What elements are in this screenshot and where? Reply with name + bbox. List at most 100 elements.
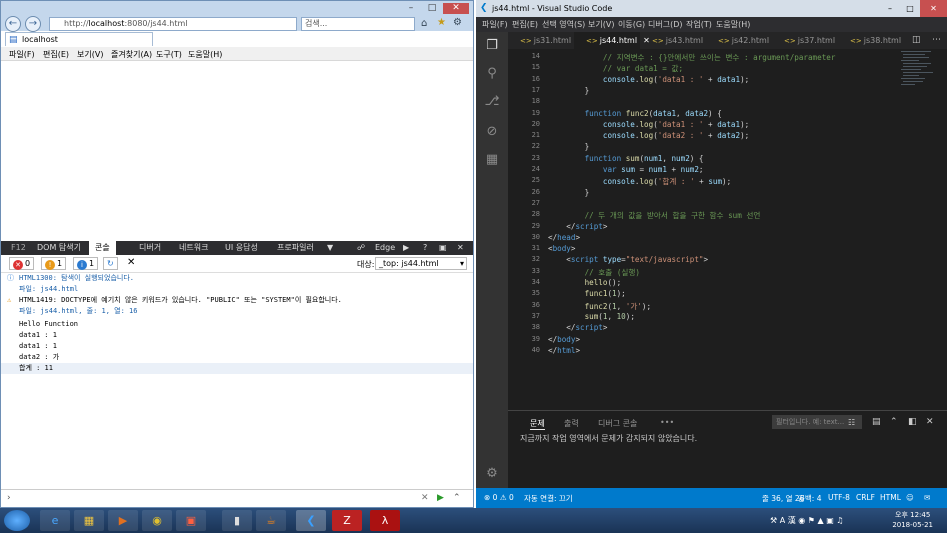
menu-file[interactable]: 파일(F) [9, 49, 35, 60]
clock[interactable]: 오후 12:45 2018-05-21 [892, 510, 933, 530]
collapse-all-icon[interactable]: ▤ [872, 417, 881, 427]
tab-profiler[interactable]: 프로파일러 [277, 241, 314, 255]
clear-input-icon[interactable]: ✕ [421, 493, 429, 503]
target-select[interactable]: _top: js44.html ▾ [375, 257, 467, 270]
language-mode[interactable]: HTML [880, 493, 901, 502]
engine-mode[interactable]: Edge [375, 241, 395, 255]
console-line-source[interactable]: 파일: js44.html [1, 284, 473, 295]
clear-on-navigate-icon[interactable]: ↻ [103, 257, 118, 270]
more-tabs-icon[interactable]: ▼ [327, 241, 333, 255]
tab-console[interactable]: 콘솔 [89, 241, 116, 255]
f12-label: F12 [11, 243, 26, 252]
acrobat-taskbar-icon[interactable]: λ [370, 510, 400, 531]
more-actions-icon[interactable]: ⋯ [932, 35, 941, 45]
menu-selection[interactable]: 선택 영역(S) [542, 19, 585, 30]
media-player-taskbar-icon[interactable]: ▶ [108, 510, 138, 531]
clear-console-icon[interactable]: ✕ [127, 257, 135, 268]
undock-icon[interactable]: ▣ [439, 241, 447, 255]
menu-go[interactable]: 이동(G) [618, 19, 645, 30]
line-ending[interactable]: CRLF [856, 493, 875, 502]
tab-debugger[interactable]: 디버거 [139, 241, 161, 255]
tab-network[interactable]: 네트워크 [179, 241, 208, 255]
emulation-icon[interactable]: ☍ [357, 241, 365, 255]
pin-icon[interactable]: ▶ [403, 241, 409, 255]
start-button[interactable] [4, 510, 30, 531]
back-icon[interactable]: ← [5, 16, 21, 32]
menu-tools[interactable]: 도구(T) [156, 49, 182, 60]
menu-tasks[interactable]: 작업(T) [686, 19, 712, 30]
forward-icon[interactable]: → [25, 16, 41, 32]
extensions-icon[interactable]: ▦ [484, 152, 500, 168]
debug-icon[interactable]: ⊘ [484, 124, 500, 140]
menu-help[interactable]: 도움말(H) [188, 49, 222, 60]
menu-view[interactable]: 보기(V) [588, 19, 614, 30]
expand-icon[interactable]: ⌃ [453, 493, 461, 503]
code-editor[interactable]: 14 // 지역변수 : {}안에서만 쓰이는 변수 : argument/pa… [508, 49, 947, 410]
indentation[interactable]: 공백: 4 [798, 493, 821, 504]
minimize-button[interactable]: – [880, 0, 900, 17]
messages-filter[interactable]: i1 [73, 257, 99, 270]
maximize-button[interactable]: □ [900, 0, 920, 17]
tab-js42[interactable]: <> js42.html [706, 32, 772, 49]
filter-icon[interactable]: ☷ [848, 418, 855, 427]
menu-view[interactable]: 보기(V) [77, 49, 103, 60]
search-input[interactable]: 검색... [301, 17, 415, 31]
menu-edit[interactable]: 편집(E) [512, 19, 538, 30]
panel-tab-problems[interactable]: 문제 [530, 418, 545, 430]
menu-favorites[interactable]: 즐겨찾기(A) [111, 49, 152, 60]
app-taskbar-icon[interactable]: ▣ [176, 510, 206, 531]
panel-layout-icon[interactable]: ◧ [908, 417, 917, 427]
warnings-filter[interactable]: ! 1 [41, 257, 67, 270]
tab-js37[interactable]: <> js37.html [772, 32, 838, 49]
minimap[interactable] [897, 49, 947, 410]
tab-ui-responsiveness[interactable]: UI 응답성 [225, 241, 258, 255]
menu-help[interactable]: 도움말(H) [716, 19, 750, 30]
tab-js31[interactable]: <> js31.html [508, 32, 574, 49]
java-taskbar-icon[interactable]: ☕ [256, 510, 286, 531]
close-panel-icon[interactable]: ✕ [926, 417, 934, 427]
problems-status[interactable]: ⊗ 0 ⚠ 0 [484, 493, 514, 502]
tab-dom-explorer[interactable]: DOM 탐색기 [37, 241, 81, 255]
menu-debug[interactable]: 디버그(D) [648, 19, 682, 30]
auto-attach-status[interactable]: 자동 연결: 끄기 [524, 493, 573, 504]
cmd-taskbar-icon[interactable]: ▮ [222, 510, 252, 531]
browser-tab[interactable]: ▤ localhost [5, 32, 153, 46]
help-icon[interactable]: ? [423, 241, 427, 255]
menu-file[interactable]: 파일(F) [482, 19, 508, 30]
home-icon[interactable]: ⌂ [421, 18, 427, 29]
minimize-button[interactable]: – [401, 3, 421, 14]
console-input[interactable]: › ✕ ▶ ⌃ [1, 489, 473, 507]
errors-filter[interactable]: ✕ 0 [9, 257, 35, 270]
f12-close-icon[interactable]: ✕ [457, 241, 464, 255]
search-icon[interactable]: ⚲ [484, 66, 500, 82]
chrome-taskbar-icon[interactable]: ◉ [142, 510, 172, 531]
tab-js43[interactable]: <> js43.html [640, 32, 706, 49]
tab-js44[interactable]: <> js44.html ✕ [574, 32, 650, 49]
close-button[interactable]: ✕ [920, 0, 947, 17]
address-bar[interactable]: http://localhost:8080/js44.html [49, 17, 297, 31]
explorer-icon[interactable]: ❐ [484, 38, 500, 54]
maximize-panel-icon[interactable]: ⌃ [890, 417, 898, 427]
explorer-taskbar-icon[interactable]: ▦ [74, 510, 104, 531]
run-icon[interactable]: ▶ [437, 493, 444, 503]
console-line-source[interactable]: 파일: js44.html, 줄: 1, 열: 16 [1, 306, 473, 317]
ie-taskbar-icon[interactable]: e [40, 510, 70, 531]
feedback-icon[interactable]: ☺ [906, 493, 914, 502]
panel-tab-debug-console[interactable]: 디버그 콘솔 [598, 418, 637, 429]
panel-more-icon[interactable]: ••• [660, 418, 674, 427]
filezilla-taskbar-icon[interactable]: Z [332, 510, 362, 531]
menu-edit[interactable]: 편집(E) [43, 49, 69, 60]
tray-icons[interactable]: ⚒ A 漢 ◉ ⚑ ▲ ▣ ♫ [770, 515, 843, 526]
close-button[interactable]: ✕ [443, 3, 469, 14]
encoding[interactable]: UTF-8 [828, 493, 850, 502]
source-control-icon[interactable]: ⎇ [484, 94, 500, 110]
maximize-button[interactable]: □ [422, 3, 442, 14]
settings-gear-icon[interactable]: ⚙ [453, 17, 462, 28]
panel-tab-output[interactable]: 출력 [564, 418, 579, 429]
settings-gear-icon[interactable]: ⚙ [484, 466, 500, 482]
split-editor-icon[interactable]: ◫ [912, 35, 921, 45]
vscode-taskbar-icon[interactable]: ❮ [296, 510, 326, 531]
favorites-icon[interactable]: ★ [437, 17, 446, 28]
notifications-icon[interactable]: ✉ [924, 493, 930, 502]
tab-js38[interactable]: <> js38.html [838, 32, 904, 49]
